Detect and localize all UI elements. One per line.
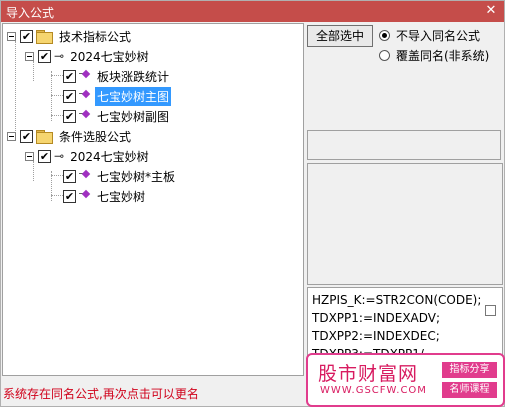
import-formula-dialog: 导入公式 ✕ ✔ 技术指标公式 ✔ ⊸ 2024七宝妙树 ✔ 板块涨跌统计 ✔ … [0, 0, 505, 407]
tree-node-tech-indicators[interactable]: ✔ 技术指标公式 [7, 27, 133, 45]
code-line: TDXPP1:=INDEXADV; [312, 311, 441, 325]
formula-icon [79, 110, 91, 122]
collapse-toggle[interactable] [7, 131, 16, 141]
tree-checkbox[interactable]: ✔ [63, 189, 76, 203]
radio-dot[interactable] [379, 50, 390, 61]
key-icon: ⊸ [54, 149, 65, 163]
watermark-badge: 股市财富网 WWW.GSCFW.COM 指标分享 名师课程 [306, 353, 505, 407]
status-message: 系统存在同名公式,再次点击可以更名 [3, 387, 199, 401]
description-area [307, 163, 503, 285]
tree-node-label-selected: 七宝妙树主图 [95, 86, 172, 106]
options-panel: 全部选中 不导入同名公式 覆盖同名(非系统) HZPIS_K:=STR2CON(… [307, 23, 505, 376]
watermark-url: WWW.GSCFW.COM [320, 385, 427, 396]
collapse-toggle[interactable] [25, 51, 34, 61]
collapse-toggle[interactable] [25, 151, 34, 161]
watermark-tag-course: 名师课程 [442, 382, 497, 398]
info-field [307, 130, 501, 160]
tree-node-label: 条件选股公式 [59, 129, 132, 144]
radio-no-import[interactable]: 不导入同名公式 [379, 27, 480, 44]
tree-checkbox[interactable]: ✔ [63, 169, 76, 183]
code-line: HZPIS_K:=STR2CON(CODE); [312, 293, 482, 307]
tree-checkbox[interactable]: ✔ [20, 29, 33, 43]
tree-checkbox[interactable]: ✔ [20, 129, 33, 143]
formula-icon [79, 70, 91, 82]
tree-node-label: 七宝妙树副图 [97, 109, 170, 124]
tree-node-label: 技术指标公式 [59, 29, 132, 44]
formula-icon [79, 90, 91, 102]
radio-label: 不导入同名公式 [396, 29, 481, 43]
watermark-brand: 股市财富网 [318, 363, 419, 385]
tree-node-qibao-sub[interactable]: ✔ 七宝妙树副图 [63, 107, 171, 125]
folder-icon [36, 130, 53, 144]
tree-checkbox[interactable]: ✔ [38, 49, 51, 63]
tree-checkbox[interactable]: ✔ [63, 109, 76, 123]
tree-node-2024-qibao[interactable]: ✔ ⊸ 2024七宝妙树 [25, 47, 151, 65]
tree-node-label: 七宝妙树*主板 [97, 169, 176, 184]
tree-checkbox[interactable]: ✔ [38, 149, 51, 163]
radio-overwrite[interactable]: 覆盖同名(非系统) [379, 47, 489, 64]
preview-checkbox[interactable] [485, 305, 496, 316]
title-bar: 导入公式 ✕ [1, 1, 504, 22]
tree-node-qibao-mainboard[interactable]: ✔ 七宝妙树*主板 [63, 167, 177, 185]
tree-node-label: 2024七宝妙树 [70, 49, 149, 64]
tree-node-sector-stats[interactable]: ✔ 板块涨跌统计 [63, 67, 171, 85]
tree-checkbox[interactable]: ✔ [63, 69, 76, 83]
formula-icon [79, 190, 91, 202]
key-icon: ⊸ [54, 49, 65, 63]
formula-tree[interactable]: ✔ 技术指标公式 ✔ ⊸ 2024七宝妙树 ✔ 板块涨跌统计 ✔ 七宝妙树主图 … [2, 23, 304, 376]
formula-icon [79, 170, 91, 182]
window-title: 导入公式 [6, 6, 55, 20]
tree-node-label: 2024七宝妙树 [70, 149, 149, 164]
select-all-button[interactable]: 全部选中 [307, 25, 373, 47]
folder-icon [36, 30, 53, 44]
watermark-tag-share: 指标分享 [442, 362, 497, 378]
tree-node-qibao-main[interactable]: ✔ 七宝妙树主图 [63, 86, 172, 106]
collapse-toggle[interactable] [7, 31, 16, 41]
radio-label: 覆盖同名(非系统) [396, 49, 490, 63]
close-icon[interactable]: ✕ [484, 3, 498, 18]
tree-checkbox[interactable]: ✔ [63, 89, 76, 103]
tree-node-2024-qibao-screen[interactable]: ✔ ⊸ 2024七宝妙树 [25, 147, 151, 165]
tree-node-screening-formulas[interactable]: ✔ 条件选股公式 [7, 127, 133, 145]
tree-node-label: 板块涨跌统计 [97, 69, 170, 84]
radio-dot[interactable] [379, 30, 390, 41]
code-line: TDXPP2:=INDEXDEC; [312, 329, 440, 343]
tree-node-qibao[interactable]: ✔ 七宝妙树 [63, 187, 147, 205]
tree-node-label: 七宝妙树 [97, 189, 146, 204]
